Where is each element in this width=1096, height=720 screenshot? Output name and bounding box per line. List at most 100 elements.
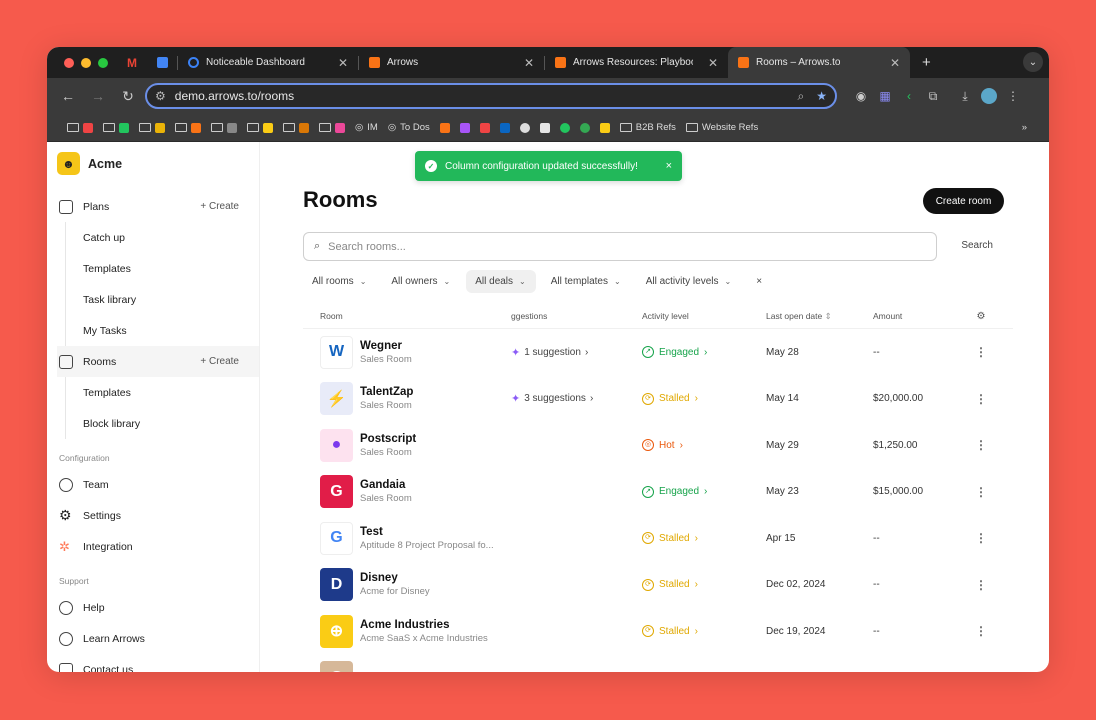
more-bookmarks-icon[interactable]: » — [1022, 122, 1039, 133]
bookmark-folder-website[interactable]: Website Refs — [685, 122, 758, 133]
sidebar-item-learn[interactable]: Learn Arrows — [57, 623, 259, 654]
forward-button[interactable]: → — [85, 83, 111, 109]
sidebar-item-my-tasks[interactable]: My Tasks — [57, 315, 259, 346]
bookmark-folder[interactable] — [283, 122, 309, 133]
bookmark-im[interactable]: ◎ IM — [355, 122, 378, 133]
tab-noticeable[interactable]: Noticeable Dashboard ✕ — [178, 47, 358, 78]
bookmark-folder[interactable] — [175, 122, 201, 133]
activity-badge[interactable]: ⟳ Stalled › — [642, 578, 766, 591]
tab-calendar[interactable] — [147, 47, 177, 78]
extensions-puzzle-icon[interactable]: ⧉ — [923, 86, 943, 106]
bookmark-favicon[interactable] — [599, 122, 610, 133]
filter-activity[interactable]: All activity levels ⌄ — [637, 270, 742, 293]
row-menu-button[interactable]: ⋮ — [966, 392, 996, 406]
maps-icon[interactable] — [579, 122, 590, 133]
extension-icon[interactable]: ▦ — [875, 86, 895, 106]
activity-badge[interactable]: ↗ Engaged › — [642, 346, 766, 359]
sidebar-item-task-library[interactable]: Task library — [57, 284, 259, 315]
extension-icon[interactable]: ‹ — [899, 86, 919, 106]
room-name[interactable]: Acme Industries — [360, 618, 488, 632]
bookmark-folder[interactable] — [103, 122, 129, 133]
zoom-icon[interactable]: ⌕ — [798, 89, 805, 104]
room-name[interactable]: Gandaia — [360, 478, 412, 492]
reload-button[interactable]: ↻ — [115, 83, 141, 109]
room-name[interactable]: Postscript — [360, 432, 416, 446]
download-icon[interactable]: ⤓ — [955, 86, 975, 106]
new-tab-button[interactable]: + — [910, 54, 943, 71]
row-menu-button[interactable]: ⋮ — [966, 438, 996, 452]
close-tab-icon[interactable]: ✕ — [890, 56, 900, 70]
filter-rooms[interactable]: All rooms ⌄ — [303, 270, 376, 293]
create-room-sidebar-button[interactable]: + Create — [200, 356, 239, 367]
tab-arrows-resources[interactable]: Arrows Resources: Playbooks ✕ — [545, 47, 728, 78]
sidebar-item-help[interactable]: Help — [57, 592, 259, 623]
site-settings-icon[interactable]: ⚙ — [155, 89, 166, 103]
sidebar-item-team[interactable]: Team — [57, 469, 259, 500]
sidebar-item-room-templates[interactable]: Templates — [57, 377, 259, 408]
filter-deals[interactable]: All deals ⌄ — [466, 270, 536, 293]
create-room-button[interactable]: Create room — [923, 188, 1004, 214]
activity-badge[interactable]: ⟳ Stalled › — [642, 392, 766, 405]
browser-menu-icon[interactable]: ⋮ — [1003, 86, 1023, 106]
workspace-switcher[interactable]: ☻ Acme — [57, 152, 259, 175]
room-name[interactable]: Test — [360, 525, 494, 539]
activity-badge[interactable]: ◎ Hot › — [642, 439, 766, 452]
bookmark-favicon[interactable] — [539, 122, 550, 133]
row-menu-button[interactable]: ⋮ — [966, 578, 996, 592]
column-header-suggestions[interactable]: ggestions — [511, 311, 642, 321]
filter-templates[interactable]: All templates ⌄ — [542, 270, 631, 293]
profile-avatar[interactable] — [979, 86, 999, 106]
column-header-date[interactable]: Last open date ⇕ — [766, 311, 873, 322]
tab-arrows[interactable]: Arrows ✕ — [359, 47, 544, 78]
filter-owners[interactable]: All owners ⌄ — [382, 270, 460, 293]
column-header-activity[interactable]: Activity level — [642, 311, 766, 321]
bookmark-folder-b2b[interactable]: B2B Refs — [619, 122, 676, 133]
close-tab-icon[interactable]: ✕ — [524, 56, 534, 70]
table-row[interactable]: W Wegner Sales Room ✦ 1 suggestion › ↗ Engaged ›… — [303, 329, 1013, 376]
bookmark-favicon[interactable] — [519, 122, 530, 133]
table-row[interactable]: ⊕ Acme Industries Acme SaaS x Acme Industr… — [303, 608, 1013, 655]
table-row[interactable]: C ClearSpaces — [303, 655, 1013, 673]
room-name[interactable]: TalentZap — [360, 385, 413, 399]
minimize-window-button[interactable] — [81, 57, 91, 68]
bookmark-favicon[interactable] — [439, 122, 450, 133]
bookmark-star-icon[interactable]: ★ — [816, 89, 827, 104]
row-menu-button[interactable]: ⋮ — [966, 345, 996, 359]
sidebar-item-integration[interactable]: ✲ Integration — [57, 531, 259, 562]
search-input[interactable]: ⌕ Search rooms... — [303, 232, 937, 261]
bookmark-folder[interactable] — [211, 122, 237, 133]
close-tab-icon[interactable]: ✕ — [338, 56, 348, 70]
search-button[interactable]: Search — [961, 240, 993, 251]
room-name[interactable]: ClearSpaces — [360, 671, 429, 673]
bookmark-favicon[interactable] — [459, 122, 470, 133]
close-tab-icon[interactable]: ✕ — [708, 56, 718, 70]
row-menu-button[interactable]: ⋮ — [966, 624, 996, 638]
sidebar-item-plans[interactable]: Plans + Create — [57, 191, 259, 222]
maximize-window-button[interactable] — [98, 57, 108, 68]
tab-search-button[interactable]: ⌄ — [1023, 52, 1043, 72]
column-header-room[interactable]: Room — [303, 311, 511, 321]
clear-filters-button[interactable]: × — [747, 270, 772, 293]
activity-badge[interactable]: ⟳ Stalled › — [642, 532, 766, 545]
bookmark-folder[interactable] — [67, 122, 93, 133]
sidebar-item-plan-templates[interactable]: Templates — [57, 253, 259, 284]
bookmark-favicon[interactable] — [479, 122, 490, 133]
close-window-button[interactable] — [64, 57, 74, 68]
sidebar-item-contact[interactable]: Contact us — [57, 654, 259, 672]
back-button[interactable]: ← — [55, 83, 81, 109]
row-menu-button[interactable]: ⋮ — [966, 485, 996, 499]
column-settings-button[interactable]: ⚙ — [966, 311, 996, 322]
bookmark-folder[interactable] — [139, 122, 165, 133]
sidebar-item-rooms[interactable]: Rooms + Create — [57, 346, 259, 377]
activity-badge[interactable]: ⟳ Stalled › — [642, 625, 766, 638]
room-name[interactable]: Wegner — [360, 339, 412, 353]
bookmark-todos[interactable]: ◎ To Dos — [388, 122, 430, 133]
room-name[interactable]: Disney — [360, 571, 430, 585]
bookmark-folder[interactable] — [247, 122, 273, 133]
suggestions-link[interactable]: ✦ 1 suggestion › — [511, 346, 642, 359]
suggestions-link[interactable]: ✦ 3 suggestions › — [511, 392, 642, 405]
column-header-amount[interactable]: Amount — [873, 311, 966, 321]
bookmark-folder[interactable] — [319, 122, 345, 133]
sidebar-item-block-library[interactable]: Block library — [57, 408, 259, 439]
table-row[interactable]: D Disney Acme for Disney ⟳ Stalled › Dec 02, 2… — [303, 562, 1013, 609]
